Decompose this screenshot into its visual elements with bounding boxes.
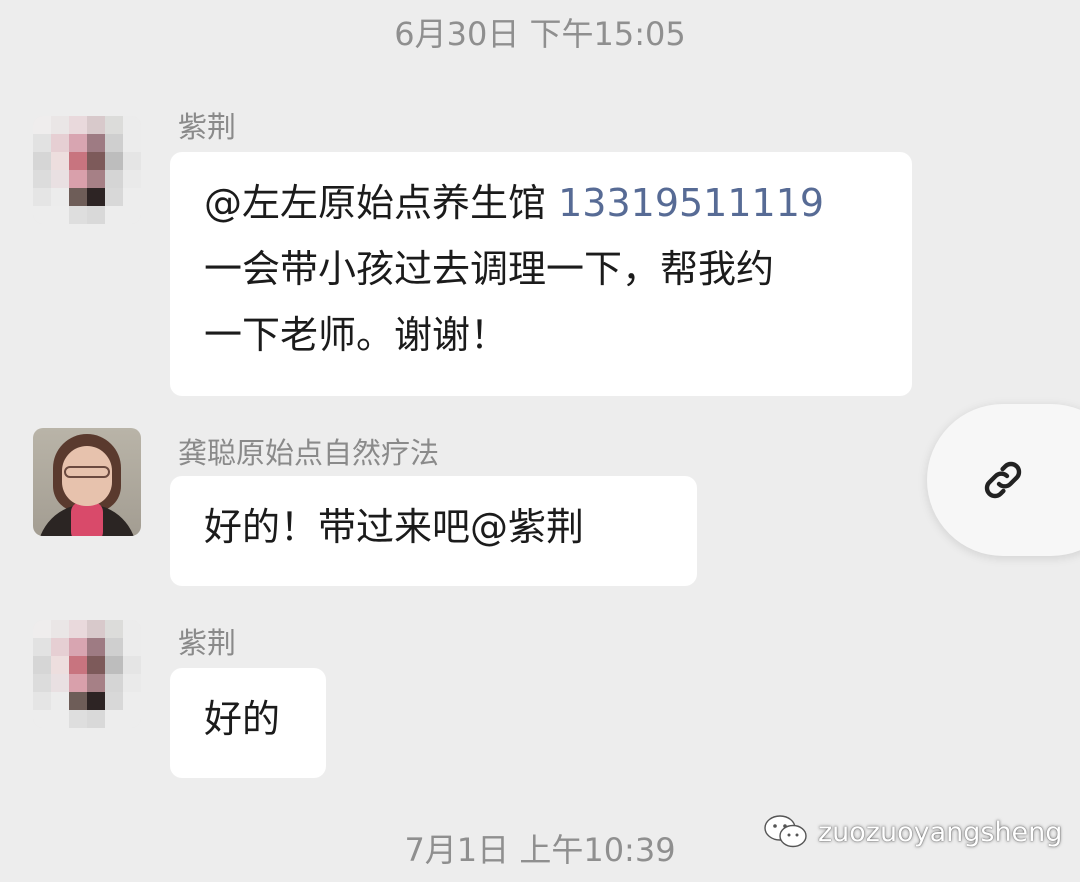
message-bubble[interactable]: 好的 [170, 668, 326, 778]
wechat-icon [764, 815, 807, 848]
avatar[interactable] [33, 428, 141, 536]
message-text: 好的！带过来吧@紫荆 [204, 505, 585, 549]
sender-name: 龚聪原始点自然疗法 [178, 436, 440, 470]
message-bubble[interactable]: @左左原始点养生馆 13319511119 一会带小孩过去调理一下，帮我约 一下… [170, 152, 912, 396]
link-button[interactable] [927, 404, 1080, 556]
message-line: @左左原始点养生馆 13319511119 [204, 170, 878, 236]
timestamp-divider: 6月30日 下午15:05 [394, 15, 686, 53]
link-icon [984, 461, 1022, 499]
message-text: 一会带小孩过去调理一下，帮我约 [204, 247, 775, 291]
watermark-text: zuozuoyangsheng [818, 816, 1063, 848]
message-text: 一下老师。谢谢！ [204, 313, 509, 357]
sender-name: 紫荆 [178, 626, 237, 660]
phone-number-link[interactable]: 13319511119 [558, 181, 824, 225]
avatar[interactable] [33, 620, 141, 728]
message-text: 好的 [204, 697, 281, 741]
message-bubble[interactable]: 好的！带过来吧@紫荆 [170, 476, 697, 586]
sender-name: 紫荆 [178, 110, 237, 144]
avatar[interactable] [33, 116, 141, 224]
message-text: @左左原始点养生馆 [204, 181, 547, 225]
watermark: zuozuoyangsheng [762, 812, 1062, 852]
